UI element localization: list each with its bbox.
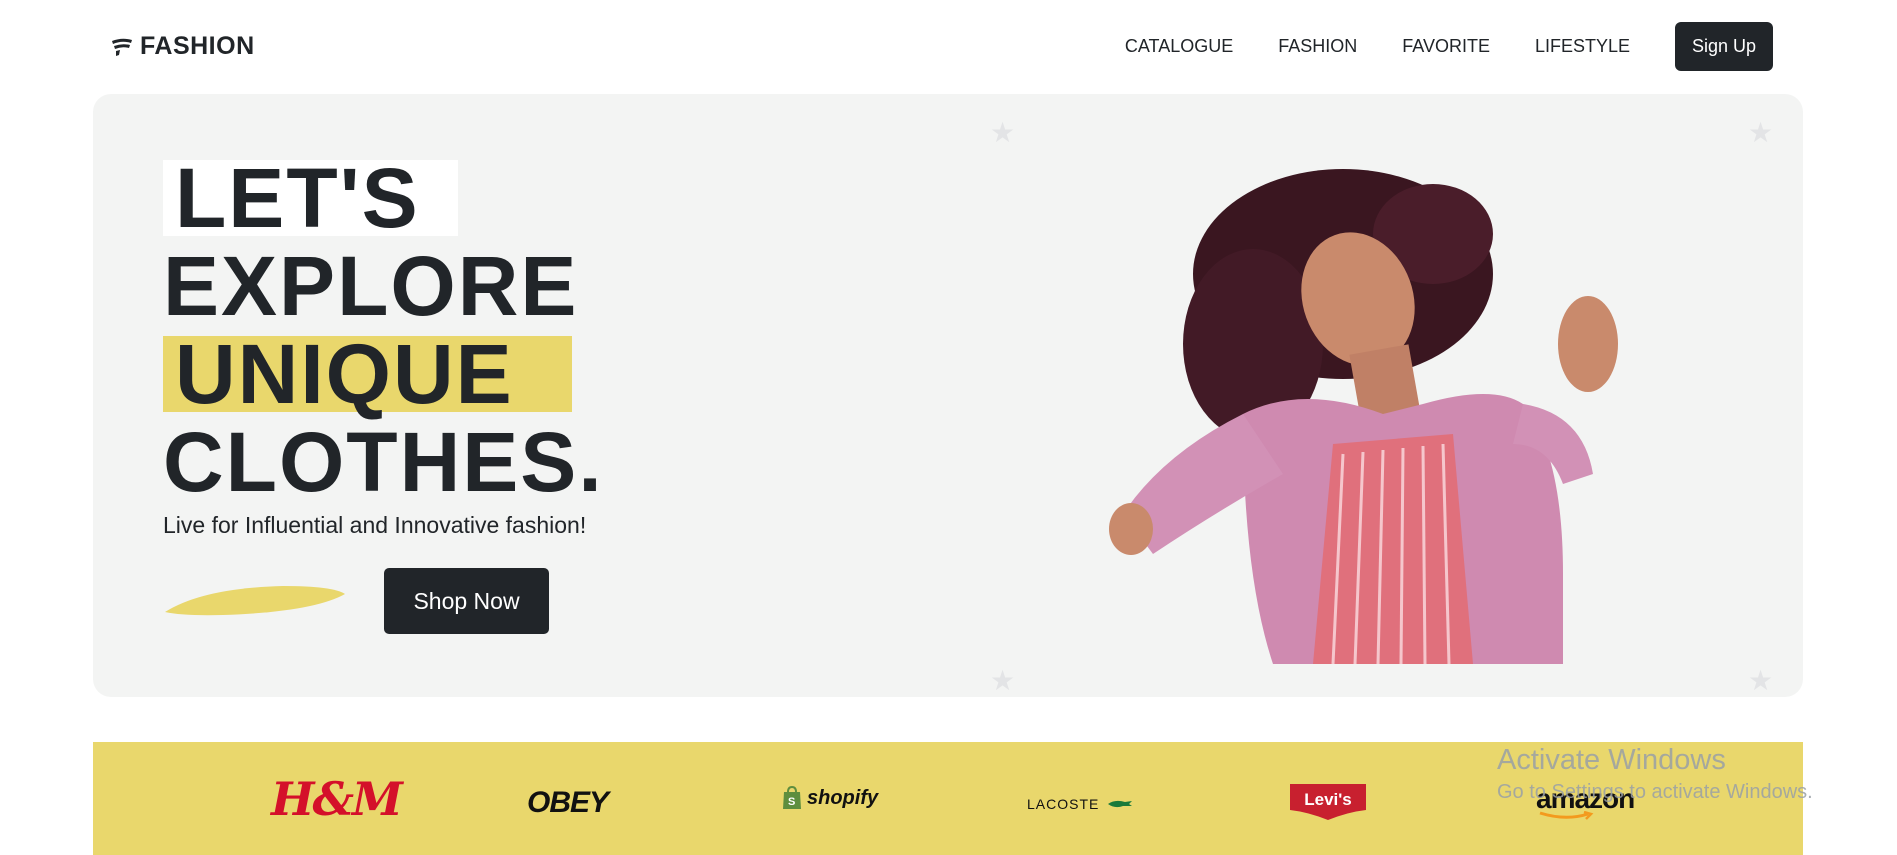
- star-decoration-icon: ★: [1748, 117, 1774, 148]
- shopify-text: shopify: [807, 786, 879, 809]
- watermark-subtitle: Go to Settings to activate Windows.: [1497, 781, 1813, 803]
- hm-logo: H&M: [271, 772, 403, 826]
- windows-activation-watermark: Activate Windows Go to Settings to activ…: [1497, 742, 1813, 806]
- shopify-bag-icon: S: [783, 786, 801, 809]
- sign-up-button[interactable]: Sign Up: [1675, 22, 1773, 71]
- levis-text: Levi's: [1304, 790, 1352, 809]
- crocodile-icon: [1108, 800, 1133, 808]
- headline-line-4: CLOTHES.: [163, 415, 604, 509]
- lacoste-text: LACOSTE: [1027, 796, 1100, 812]
- levis-batwing-icon: Levi's: [1290, 784, 1366, 820]
- hero-subtitle: Live for Influential and Innovative fash…: [163, 512, 587, 538]
- hero-model-photo: [1109, 169, 1618, 664]
- hero-headline: LET'S EXPLORE UNIQUE CLOTHES.: [163, 154, 604, 506]
- hero-section: ★ ★ ★ ★ LET'S EXPLORE UNIQUE CLOTHES. Li…: [93, 94, 1803, 697]
- nav-catalogue[interactable]: CATALOGUE: [1125, 36, 1233, 57]
- nav-lifestyle[interactable]: LIFESTYLE: [1535, 36, 1630, 57]
- lacoste-logo: LACOSTE: [1027, 796, 1133, 812]
- site-header: FASHION CATALOGUE FASHION FAVORITE LIFES…: [0, 0, 1897, 94]
- levis-logo: Levi's: [1288, 782, 1368, 827]
- shopify-logo: S shopify: [781, 786, 878, 810]
- logo-text: FASHION: [140, 32, 255, 60]
- svg-text:S: S: [788, 796, 795, 808]
- star-decoration-icon: ★: [990, 665, 1016, 696]
- star-decoration-icon: ★: [990, 117, 1016, 148]
- star-decoration-icon: ★: [1748, 665, 1774, 696]
- shop-now-button[interactable]: Shop Now: [384, 568, 549, 634]
- headline-line-1: LET'S: [163, 156, 458, 240]
- headline-line-3: UNIQUE: [163, 332, 572, 416]
- brand-logo[interactable]: FASHION: [110, 32, 255, 61]
- obey-logo: OBEY: [527, 786, 609, 819]
- main-nav: CATALOGUE FASHION FAVORITE LIFESTYLE Sig…: [1125, 22, 1773, 71]
- nav-fashion[interactable]: FASHION: [1278, 36, 1357, 57]
- logo-icon: [112, 38, 132, 56]
- watermark-title: Activate Windows: [1497, 744, 1726, 776]
- nav-favorite[interactable]: FAVORITE: [1402, 36, 1490, 57]
- brush-swoosh-decoration: [165, 586, 345, 616]
- headline-line-2: EXPLORE: [163, 239, 579, 333]
